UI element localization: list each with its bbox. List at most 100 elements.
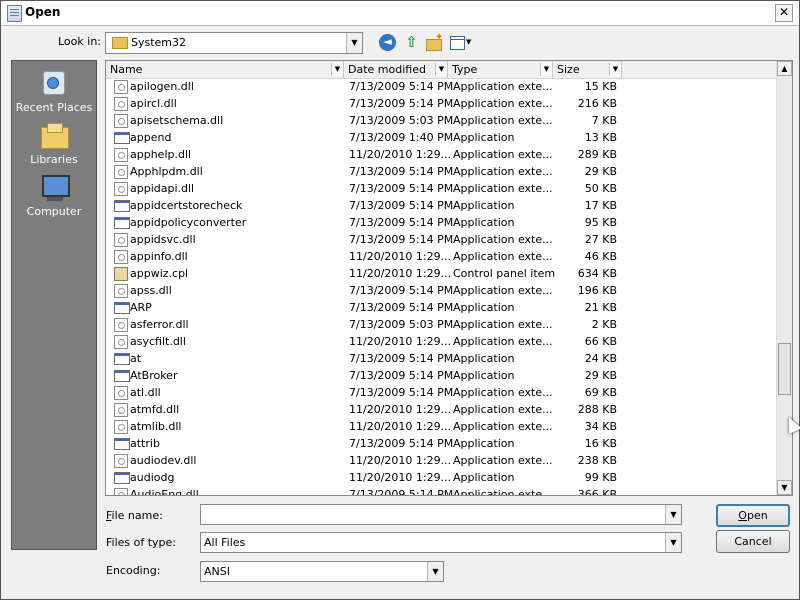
place-libraries[interactable]: Libraries: [12, 121, 96, 166]
file-type: Application exte...: [453, 250, 553, 263]
file-row[interactable]: apircl.dll 7/13/2009 5:14 PM Application e…: [106, 95, 777, 112]
file-date: 7/13/2009 5:14 PM: [349, 216, 454, 229]
column-header-size[interactable]: Size ▼: [553, 61, 622, 78]
file-date: 7/13/2009 5:03 PM: [349, 318, 454, 331]
dll-file-icon: [114, 250, 128, 264]
file-name-input[interactable]: ▼: [200, 504, 682, 525]
file-row[interactable]: appinfo.dll 11/20/2010 1:29... Application…: [106, 248, 777, 265]
chevron-down-icon[interactable]: ▼: [665, 533, 681, 552]
file-list[interactable]: Name ▼ Date modified ▼ Type ▼ Size ▼ apiloge…: [105, 60, 793, 496]
file-row[interactable]: appidapi.dll 7/13/2009 5:14 PM Application…: [106, 180, 777, 197]
chevron-down-icon[interactable]: ▼: [346, 33, 362, 53]
file-type: Application: [453, 199, 515, 212]
place-computer[interactable]: Computer: [12, 173, 96, 218]
file-row[interactable]: at 7/13/2009 5:14 PM Application 24 KB: [106, 350, 777, 367]
application-icon: [114, 217, 130, 229]
file-type: Application exte...: [453, 488, 553, 496]
file-size: 29 KB: [584, 165, 617, 178]
file-date: 11/20/2010 1:29...: [349, 335, 452, 348]
scroll-down-button[interactable]: ▼: [777, 480, 792, 495]
file-row[interactable]: appidcertstorecheck 7/13/2009 5:14 PM Appl…: [106, 197, 777, 214]
cancel-button[interactable]: Cancel: [716, 530, 790, 553]
chevron-down-icon[interactable]: ▼: [540, 63, 552, 76]
file-size: 13 KB: [584, 131, 617, 144]
file-date: 7/13/2009 5:14 PM: [349, 80, 454, 93]
encoding-combo[interactable]: ANSI ▼: [200, 561, 444, 582]
file-date: 7/13/2009 5:14 PM: [349, 301, 454, 314]
file-name: audiodev.dll: [130, 454, 197, 467]
file-row[interactable]: Apphlpdm.dll 7/13/2009 5:14 PM Application…: [106, 163, 777, 180]
file-size: 238 KB: [577, 454, 617, 467]
file-type: Control panel item: [453, 267, 556, 280]
file-row[interactable]: ARP 7/13/2009 5:14 PM Application 21 KB: [106, 299, 777, 316]
file-row[interactable]: AtBroker 7/13/2009 5:14 PM Application 29 K…: [106, 367, 777, 384]
files-of-type-combo[interactable]: All Files ▼: [200, 532, 682, 553]
file-row[interactable]: atmlib.dll 11/20/2010 1:29... Application …: [106, 418, 777, 435]
file-row[interactable]: append 7/13/2009 1:40 PM Application 13 KB: [106, 129, 777, 146]
place-recent-places[interactable]: Recent Places: [12, 69, 96, 114]
file-row[interactable]: appwiz.cpl 11/20/2010 1:29... Control pane…: [106, 265, 777, 282]
file-row[interactable]: asycfilt.dll 11/20/2010 1:29... Applicatio…: [106, 333, 777, 350]
dll-file-icon: [114, 420, 128, 434]
file-type: Application exte...: [453, 165, 553, 178]
file-size: 46 KB: [584, 250, 617, 263]
file-type: Application exte...: [453, 182, 553, 195]
file-date: 7/13/2009 5:14 PM: [349, 437, 454, 450]
close-button[interactable]: ✕: [775, 4, 793, 22]
look-in-combo[interactable]: System32 ▼: [105, 32, 363, 54]
file-row[interactable]: appidsvc.dll 7/13/2009 5:14 PM Application…: [106, 231, 777, 248]
file-name: AudioEng.dll: [130, 488, 199, 496]
open-button[interactable]: Open: [716, 504, 790, 527]
file-size: 7 KB: [591, 114, 617, 127]
file-size: 634 KB: [577, 267, 617, 280]
file-type: Application exte...: [453, 454, 553, 467]
file-row[interactable]: apilogen.dll 7/13/2009 5:14 PM Application…: [106, 78, 777, 95]
file-name: asferror.dll: [130, 318, 189, 331]
file-name: atmfd.dll: [130, 403, 180, 416]
file-date: 7/13/2009 5:14 PM: [349, 369, 454, 382]
encoding-label: Encoding:: [106, 564, 161, 577]
dll-file-icon: [114, 318, 128, 332]
file-row[interactable]: audiodg 11/20/2010 1:29... Application 99 K…: [106, 469, 777, 486]
control-panel-icon: [114, 267, 128, 281]
open-dialog: Open ✕ Look in: System32 ▼ ◄ ⇧ ✦ ▼ Recen…: [0, 0, 800, 600]
file-row[interactable]: appidpolicyconverter 7/13/2009 5:14 PM App…: [106, 214, 777, 231]
file-row[interactable]: attrib 7/13/2009 5:14 PM Application 16 KB: [106, 435, 777, 452]
folder-icon: [112, 37, 128, 49]
column-header-date[interactable]: Date modified ▼: [344, 61, 448, 78]
file-row[interactable]: asferror.dll 7/13/2009 5:03 PM Application…: [106, 316, 777, 333]
file-size: 17 KB: [584, 199, 617, 212]
chevron-down-icon[interactable]: ▼: [427, 562, 443, 581]
file-type: Application exte...: [453, 148, 553, 161]
file-row[interactable]: audiodev.dll 11/20/2010 1:29... Applicatio…: [106, 452, 777, 469]
file-date: 11/20/2010 1:29...: [349, 267, 452, 280]
file-row[interactable]: AudioEng.dll 7/13/2009 5:14 PM Application…: [106, 486, 777, 496]
file-name-label: File name:: [106, 509, 163, 522]
column-header-type[interactable]: Type ▼: [448, 61, 553, 78]
application-icon: [114, 472, 130, 484]
file-name: apphelp.dll: [130, 148, 192, 161]
file-row[interactable]: atl.dll 7/13/2009 5:14 PM Application exte…: [106, 384, 777, 401]
dll-file-icon: [114, 114, 128, 128]
file-row[interactable]: apphelp.dll 11/20/2010 1:29... Application…: [106, 146, 777, 163]
up-folder-icon[interactable]: ⇧: [403, 34, 420, 51]
chevron-down-icon[interactable]: ▼: [331, 63, 343, 76]
file-size: 95 KB: [584, 216, 617, 229]
new-folder-icon[interactable]: ✦: [426, 32, 443, 51]
recent-places-icon: [39, 69, 69, 99]
column-header-name[interactable]: Name ▼: [106, 61, 344, 78]
file-type: Application: [453, 216, 515, 229]
file-row[interactable]: apss.dll 7/13/2009 5:14 PM Application ext…: [106, 282, 777, 299]
application-icon: [114, 132, 130, 144]
file-row[interactable]: atmfd.dll 11/20/2010 1:29... Application e…: [106, 401, 777, 418]
scroll-thumb[interactable]: [778, 343, 791, 395]
chevron-down-icon[interactable]: ▼: [435, 63, 447, 76]
file-date: 7/13/2009 5:14 PM: [349, 488, 454, 496]
chevron-down-icon[interactable]: ▼: [665, 505, 681, 524]
views-menu-icon[interactable]: ▼: [450, 34, 472, 51]
scroll-up-button[interactable]: ▲: [777, 61, 792, 76]
chevron-down-icon[interactable]: ▼: [609, 63, 621, 76]
file-row[interactable]: apisetschema.dll 7/13/2009 5:03 PM Applica…: [106, 112, 777, 129]
file-date: 7/13/2009 5:03 PM: [349, 114, 454, 127]
back-icon[interactable]: ◄: [379, 34, 396, 51]
